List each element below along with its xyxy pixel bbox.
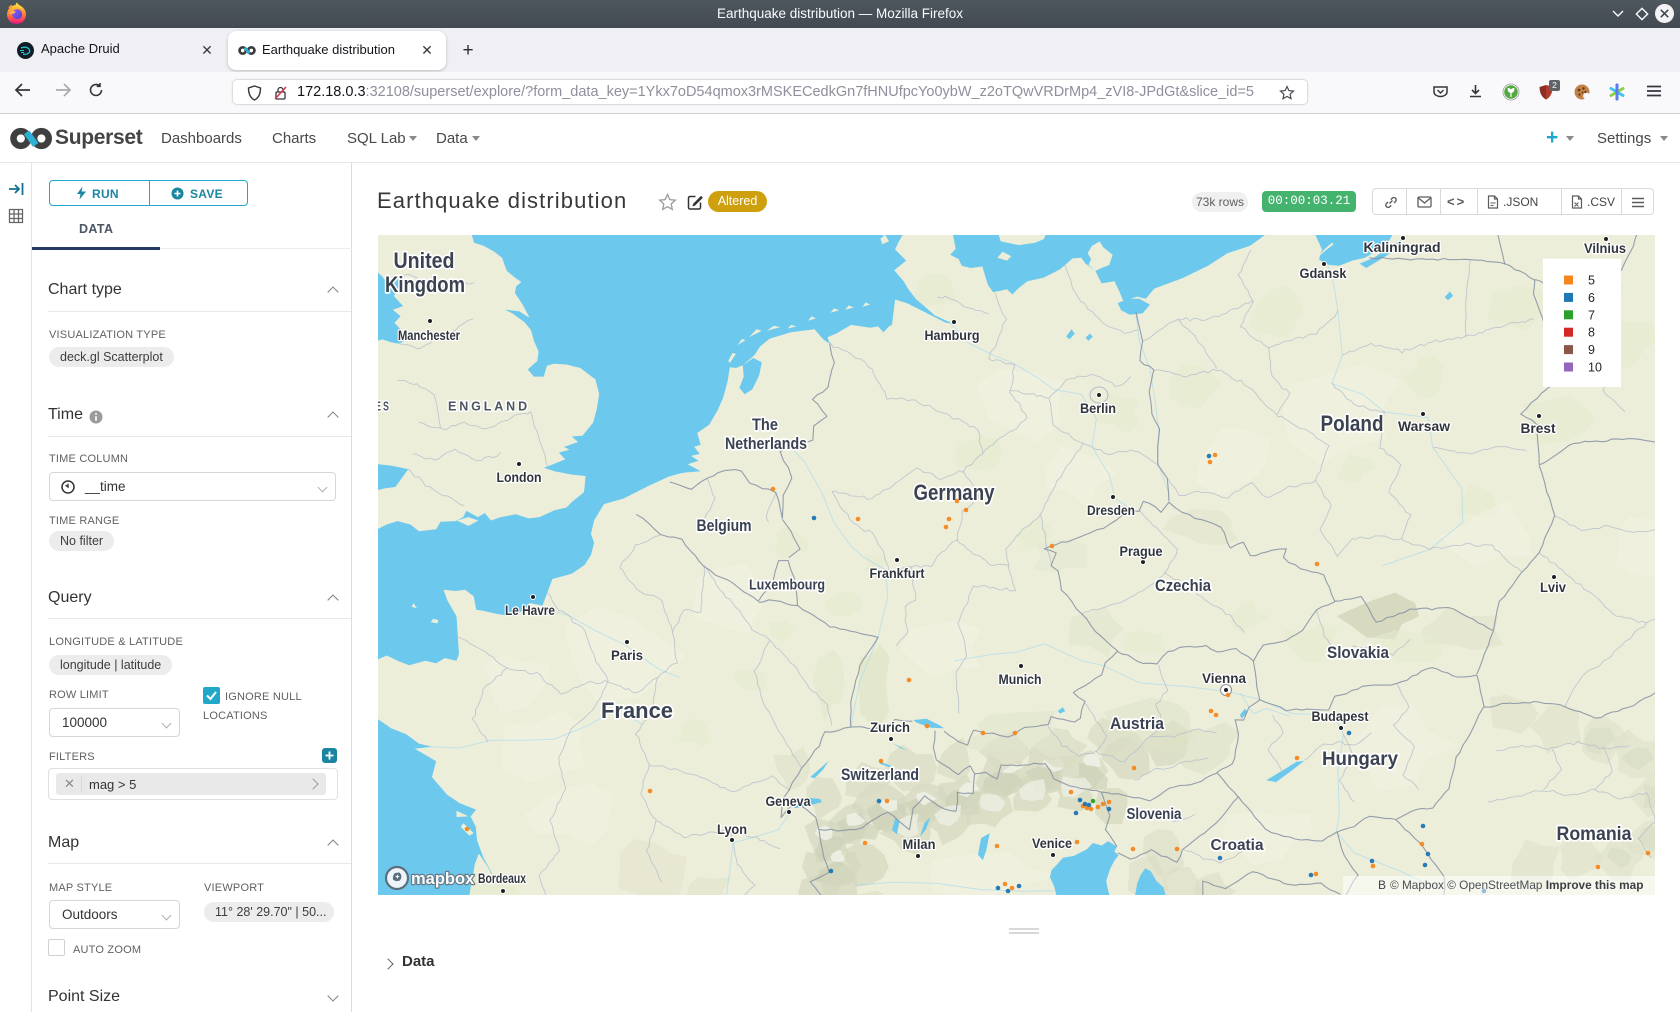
svg-text:Netherlands: Netherlands xyxy=(725,434,807,453)
svg-text:mapbox: mapbox xyxy=(411,870,475,888)
svg-text:Le Havre: Le Havre xyxy=(505,602,555,618)
svg-text:10: 10 xyxy=(1588,361,1602,375)
svg-text:Poland: Poland xyxy=(1321,411,1384,436)
svg-text:Dresden: Dresden xyxy=(1087,502,1135,518)
svg-text:Lyon: Lyon xyxy=(717,821,747,837)
svg-text:Zurich: Zurich xyxy=(870,719,910,735)
svg-text:Hungary: Hungary xyxy=(1322,749,1398,770)
svg-text:Budapest: Budapest xyxy=(1312,708,1369,724)
svg-text:Gdansk: Gdansk xyxy=(1300,265,1347,281)
svg-text:Croatia: Croatia xyxy=(1211,837,1264,854)
svg-text:ES: ES xyxy=(378,399,391,414)
svg-text:Geneva: Geneva xyxy=(766,793,811,809)
svg-text:Berlin: Berlin xyxy=(1080,400,1116,416)
svg-text:Bordeaux: Bordeaux xyxy=(478,870,526,886)
svg-text:Germany: Germany xyxy=(914,480,996,505)
svg-text:Prague: Prague xyxy=(1120,543,1163,559)
svg-text:Luxembourg: Luxembourg xyxy=(749,576,825,593)
svg-text:Vienna: Vienna xyxy=(1202,670,1246,686)
svg-text:Venice: Venice xyxy=(1032,835,1072,851)
svg-text:Belgium: Belgium xyxy=(697,516,752,535)
svg-text:Lviv: Lviv xyxy=(1540,579,1566,595)
svg-text:Brest: Brest xyxy=(1521,420,1556,436)
svg-text:Switzerland: Switzerland xyxy=(841,765,919,784)
svg-text:Warsaw: Warsaw xyxy=(1398,418,1450,434)
svg-text:United: United xyxy=(394,248,455,273)
svg-text:Slovenia: Slovenia xyxy=(1127,806,1182,823)
svg-text:Manchester: Manchester xyxy=(398,327,460,343)
svg-text:B: B xyxy=(1378,878,1386,892)
svg-text:Milan: Milan xyxy=(903,836,936,852)
svg-text:© Mapbox © OpenStreetMap Impr: © Mapbox © OpenStreetMap Improve this ma… xyxy=(1390,878,1643,892)
svg-text:The: The xyxy=(752,415,778,434)
svg-text:France: France xyxy=(601,698,673,723)
svg-text:Czechia: Czechia xyxy=(1155,576,1211,595)
svg-text:7: 7 xyxy=(1588,308,1595,322)
svg-text:5: 5 xyxy=(1588,274,1595,288)
svg-text:Kaliningrad: Kaliningrad xyxy=(1364,239,1441,255)
svg-text:9: 9 xyxy=(1588,343,1595,357)
svg-text:Romania: Romania xyxy=(1557,824,1632,845)
svg-text:ENGLAND: ENGLAND xyxy=(448,399,530,414)
svg-text:London: London xyxy=(497,469,542,485)
svg-text:Kingdom: Kingdom xyxy=(385,272,465,297)
svg-text:Frankfurt: Frankfurt xyxy=(870,565,925,581)
svg-text:8: 8 xyxy=(1588,326,1595,340)
svg-text:Munich: Munich xyxy=(999,671,1042,687)
svg-text:Paris: Paris xyxy=(611,647,643,663)
svg-text:6: 6 xyxy=(1588,291,1595,305)
svg-text:Slovakia: Slovakia xyxy=(1327,643,1389,662)
svg-text:Vilnius: Vilnius xyxy=(1584,240,1626,256)
svg-text:Austria: Austria xyxy=(1110,714,1164,733)
svg-text:Hamburg: Hamburg xyxy=(925,327,980,343)
